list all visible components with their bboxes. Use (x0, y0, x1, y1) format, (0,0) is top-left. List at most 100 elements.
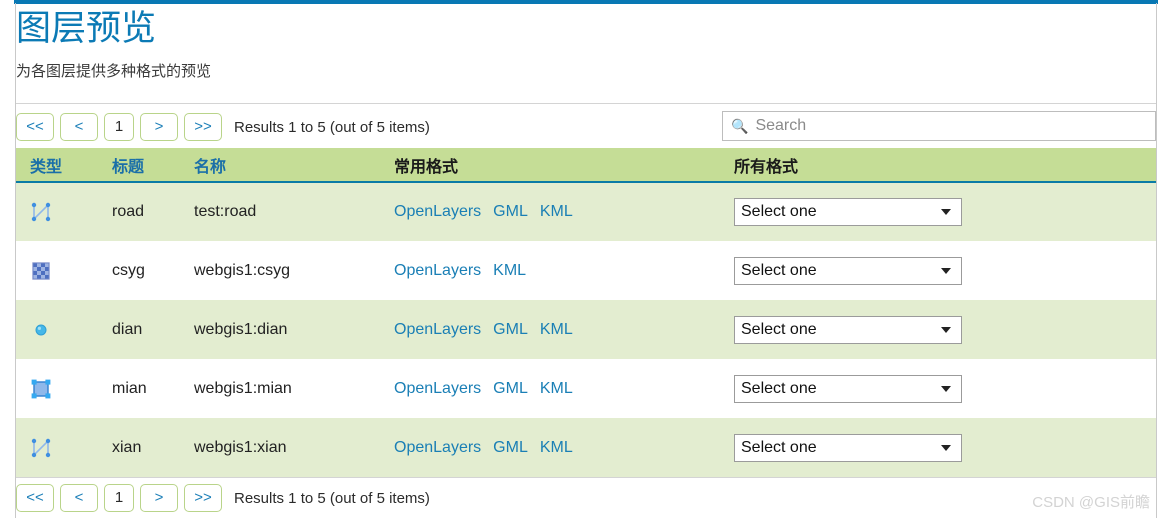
all-formats-select[interactable]: Select one (734, 256, 962, 285)
all-formats-select-value: Select one (741, 438, 817, 456)
search-input[interactable] (755, 117, 1147, 135)
all-formats-select-value: Select one (741, 379, 817, 397)
cell-geometry-type (16, 418, 112, 477)
format-link-group: OpenLayers KML (394, 262, 733, 280)
cell-common-formats: OpenLayers GML KML (394, 418, 734, 477)
format-link-kml[interactable]: KML (540, 203, 573, 221)
all-formats-select[interactable]: Select one (734, 198, 962, 226)
cell-name: test:road (194, 182, 394, 241)
table-body: road test:road OpenLayers GML KML Select one c… (16, 182, 1156, 477)
format-link-openlayers[interactable]: OpenLayers (394, 380, 481, 398)
table-row: xian webgis1:xian OpenLayers GML KML Select o… (16, 418, 1156, 477)
format-link-openlayers[interactable]: OpenLayers (394, 203, 481, 221)
all-formats-select[interactable]: Select one (734, 315, 962, 344)
page-number-button-1[interactable]: 1 (104, 113, 134, 141)
next-page-button-bottom[interactable]: > (140, 484, 178, 512)
table-header: 类型 标题 名称 常用格式 所有格式 (16, 148, 1156, 183)
chevron-down-icon (941, 385, 951, 392)
chevron-down-icon (941, 444, 951, 451)
cell-name: webgis1:dian (194, 300, 394, 359)
top-accent-bar (14, 0, 1158, 4)
column-header-type[interactable]: 类型 (16, 148, 112, 183)
format-link-group: OpenLayers GML KML (394, 203, 733, 221)
first-page-button-bottom[interactable]: << (16, 484, 54, 512)
cell-title: csyg (112, 241, 194, 300)
cell-all-formats: Select one (734, 300, 1156, 359)
watermark: CSDN @GIS前瞻 (1032, 494, 1150, 511)
cell-geometry-type (16, 300, 112, 359)
cell-common-formats: OpenLayers GML KML (394, 359, 734, 418)
prev-page-button-bottom[interactable]: < (60, 484, 98, 512)
search-box[interactable]: 🔍 (722, 111, 1156, 141)
cell-all-formats: Select one (734, 241, 1156, 300)
page-title: 图层预览 (16, 9, 157, 48)
table-header-row: 类型 标题 名称 常用格式 所有格式 (16, 148, 1156, 183)
all-formats-select[interactable]: Select one (734, 433, 962, 462)
cell-geometry-type (16, 241, 112, 300)
format-link-openlayers[interactable]: OpenLayers (394, 321, 481, 339)
pagination-bottom: << < 1 > >> (16, 484, 222, 512)
all-formats-select-value: Select one (741, 261, 817, 279)
toolbar-bottom: << < 1 > >> Results 1 to 5 (out of 5 ite… (16, 481, 1156, 515)
prev-page-button[interactable]: < (60, 113, 98, 141)
polygon-icon (31, 379, 51, 398)
format-link-group: OpenLayers GML KML (394, 380, 733, 398)
cell-title: road (112, 182, 194, 241)
chevron-down-icon (941, 267, 951, 274)
format-link-openlayers[interactable]: OpenLayers (394, 262, 481, 280)
results-count-bottom: Results 1 to 5 (out of 5 items) (234, 489, 430, 507)
header-divider (16, 103, 1156, 104)
page-heading: 图层预览 为各图层提供多种格式的预览 (16, 8, 1156, 82)
format-link-openlayers[interactable]: OpenLayers (394, 439, 481, 457)
chevron-down-icon (941, 209, 951, 215)
format-link-kml[interactable]: KML (493, 262, 526, 280)
format-link-kml[interactable]: KML (540, 321, 573, 339)
cell-name: webgis1:mian (194, 359, 394, 418)
table-row: mian webgis1:mian OpenLayers GML KML Select o… (16, 359, 1156, 418)
format-link-gml[interactable]: GML (493, 380, 528, 398)
column-header-title[interactable]: 标题 (112, 148, 194, 183)
cell-common-formats: OpenLayers GML KML (394, 300, 734, 359)
layer-preview-table: 类型 标题 名称 常用格式 所有格式 road test:road OpenLaye… (16, 148, 1156, 477)
cell-all-formats: Select one (734, 359, 1156, 418)
column-header-name[interactable]: 名称 (194, 148, 394, 183)
cell-common-formats: OpenLayers GML KML (394, 182, 734, 241)
all-formats-select-value: Select one (741, 320, 817, 338)
last-page-button[interactable]: >> (184, 113, 222, 141)
column-header-common-formats: 常用格式 (394, 148, 734, 183)
format-link-kml[interactable]: KML (540, 380, 573, 398)
all-formats-select[interactable]: Select one (734, 374, 962, 403)
cell-title: dian (112, 300, 194, 359)
format-link-group: OpenLayers GML KML (394, 439, 733, 457)
cell-name: webgis1:csyg (194, 241, 394, 300)
last-page-button-bottom[interactable]: >> (184, 484, 222, 512)
results-count-top: Results 1 to 5 (out of 5 items) (234, 118, 430, 136)
format-link-gml[interactable]: GML (493, 321, 528, 339)
cell-all-formats: Select one (734, 182, 1156, 241)
format-link-gml[interactable]: GML (493, 203, 528, 221)
cell-geometry-type (16, 359, 112, 418)
format-link-gml[interactable]: GML (493, 439, 528, 457)
all-formats-select-value: Select one (741, 203, 817, 220)
chevron-down-icon (941, 326, 951, 333)
next-page-button[interactable]: > (140, 113, 178, 141)
format-link-kml[interactable]: KML (540, 439, 573, 457)
table-row: road test:road OpenLayers GML KML Select one (16, 182, 1156, 241)
first-page-button[interactable]: << (16, 113, 54, 141)
cell-common-formats: OpenLayers KML (394, 241, 734, 300)
polyline-icon (31, 202, 51, 222)
pagination-top: << < 1 > >> (16, 113, 222, 141)
table-row: csyg webgis1:csyg OpenLayers KML Select one (16, 241, 1156, 300)
format-link-group: OpenLayers GML KML (394, 321, 733, 339)
layer-preview-page: 图层预览 为各图层提供多种格式的预览 << < 1 > >> Results 1… (0, 0, 1172, 518)
page-subtitle: 为各图层提供多种格式的预览 (16, 63, 212, 80)
polyline-icon (31, 438, 51, 457)
point-icon (35, 324, 47, 335)
cell-geometry-type (16, 182, 112, 241)
table-row: dian webgis1:dian OpenLayers GML KML Select o… (16, 300, 1156, 359)
raster-icon (32, 261, 50, 280)
page-number-button-1-bottom[interactable]: 1 (104, 484, 134, 512)
cell-all-formats: Select one (734, 418, 1156, 477)
cell-name: webgis1:xian (194, 418, 394, 477)
cell-title: mian (112, 359, 194, 418)
